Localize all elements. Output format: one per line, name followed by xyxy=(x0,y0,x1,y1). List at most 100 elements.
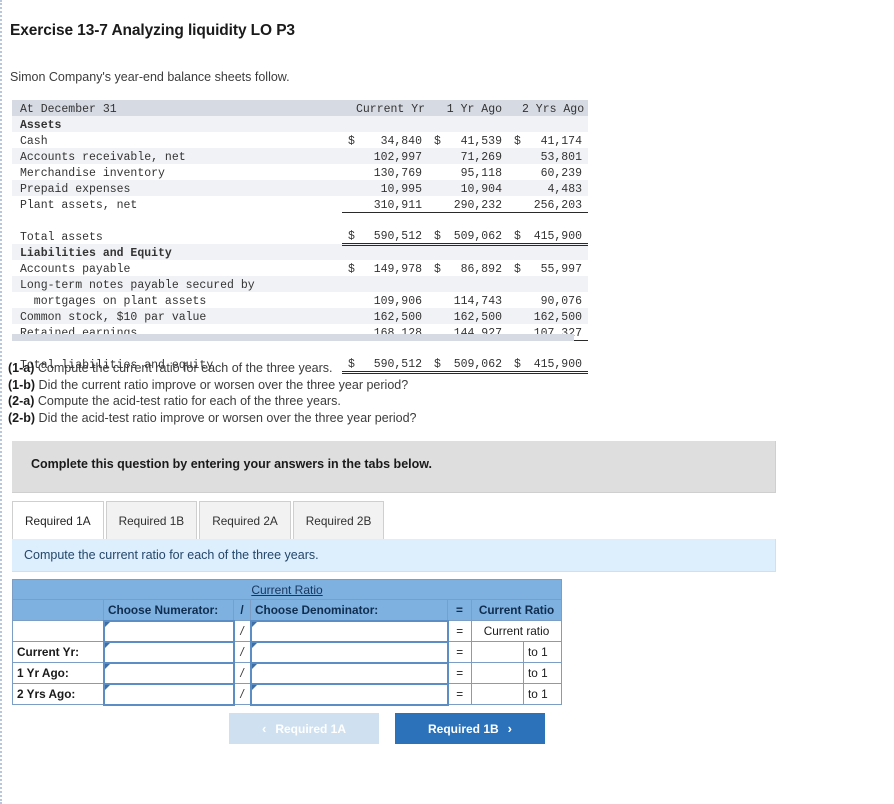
sub-instruction-text: Compute the current ratio for each of th… xyxy=(24,548,319,562)
section-header-assets: Assets xyxy=(12,116,588,132)
question-tag: (2-b) xyxy=(8,410,36,425)
row-slash: / xyxy=(233,683,251,705)
currency-symbol xyxy=(428,244,442,260)
balance-sheet-row: Accounts receivable, net 102,997 71,269 53,… xyxy=(12,148,588,164)
currency-symbol xyxy=(428,292,442,308)
header-col-current: Current Yr xyxy=(356,103,426,116)
balance-sheet-row: Accounts payable $149,978 $86,892 $55,997 xyxy=(12,260,588,276)
denominator-dropdown[interactable] xyxy=(249,619,449,643)
row-value: 130,769 xyxy=(373,167,422,180)
row-label: mortgages on plant assets xyxy=(20,295,207,308)
ratio-value-input[interactable] xyxy=(472,663,524,683)
row-value xyxy=(356,276,428,292)
numerator-dropdown[interactable] xyxy=(102,682,235,706)
currency-symbol xyxy=(508,276,522,292)
row-value: 256,203 xyxy=(522,196,588,213)
page-root: Exercise 13-7 Analyzing liquidity LO P3 … xyxy=(0,0,894,804)
row-label: Accounts payable xyxy=(20,263,131,276)
tab-required-1b[interactable]: Required 1B xyxy=(105,501,198,539)
spacer-row xyxy=(12,212,588,228)
header-col-2yr: 2 Yrs Ago xyxy=(522,103,585,116)
currency-symbol xyxy=(428,308,442,324)
balance-sheet-row: Common stock, $10 par value 162,500 162,50… xyxy=(12,308,588,324)
currency-symbol xyxy=(428,180,442,196)
header-col-1yr: 1 Yr Ago xyxy=(446,103,502,116)
question-item: (1-b) Did the current ratio improve or w… xyxy=(8,377,417,394)
row-value: 415,900 xyxy=(522,356,588,374)
row-value: 114,743 xyxy=(453,295,502,308)
row-label: Liabilities and Equity xyxy=(20,247,172,260)
currency-symbol: $ xyxy=(348,263,355,276)
balance-sheet-row: Long-term notes payable secured by xyxy=(12,276,588,292)
row-value: 90,076 xyxy=(540,295,582,308)
row-value: 102,997 xyxy=(373,151,422,164)
row-equals: = xyxy=(447,662,472,684)
row-value: 509,062 xyxy=(442,228,508,246)
currency-symbol: $ xyxy=(514,263,521,276)
dropdown-marker-icon xyxy=(104,621,110,627)
row-value: 60,239 xyxy=(540,167,582,180)
dropdown-marker-icon xyxy=(251,642,257,648)
balance-sheet-row: mortgages on plant assets 109,906 114,743 9… xyxy=(12,292,588,308)
dropdown-marker-icon xyxy=(251,684,257,690)
row-value: 109,906 xyxy=(373,295,422,308)
currency-symbol xyxy=(342,116,356,132)
denominator-dropdown[interactable] xyxy=(249,682,449,706)
row-value xyxy=(522,244,588,260)
ratio-value-input[interactable] xyxy=(472,642,524,662)
tab-label: Required 1A xyxy=(25,513,91,528)
currency-symbol: $ xyxy=(508,356,522,374)
balance-sheet-row: Prepaid expenses 10,995 10,904 4,483 xyxy=(12,180,588,196)
currency-symbol xyxy=(342,308,356,324)
tab-required-1a[interactable]: Required 1A xyxy=(12,501,104,539)
ratio-suffix: to 1 xyxy=(528,687,548,701)
currency-symbol xyxy=(342,148,356,164)
question-text: Did the acid-test ratio improve or worse… xyxy=(35,410,417,425)
row-label: Prepaid expenses xyxy=(20,183,131,196)
row-value xyxy=(442,276,508,292)
currency-symbol xyxy=(428,196,442,213)
result-cell: to 1 xyxy=(471,641,562,663)
tab-required-2b[interactable]: Required 2B xyxy=(292,501,385,539)
header-result: Current Ratio xyxy=(471,599,562,621)
question-tag: (2-a) xyxy=(8,394,35,409)
result-cell: to 1 xyxy=(471,683,562,705)
currency-symbol xyxy=(342,164,356,180)
numerator-dropdown[interactable] xyxy=(102,640,235,664)
row-label: Total assets xyxy=(20,231,103,244)
header-period-label: At December 31 xyxy=(20,103,117,116)
denominator-dropdown[interactable] xyxy=(249,661,449,685)
spacer-row xyxy=(12,340,588,356)
result-cell: to 1 xyxy=(471,662,562,684)
instruction-band: Complete this question by entering your … xyxy=(12,441,776,493)
row-value xyxy=(356,244,428,260)
ratio-suffix: to 1 xyxy=(528,645,548,659)
currency-symbol xyxy=(342,276,356,292)
ratio-value-input[interactable] xyxy=(472,684,524,704)
tab-label: Required 2A xyxy=(212,513,278,528)
header-equals: = xyxy=(447,599,472,621)
row-value: 509,062 xyxy=(442,356,508,374)
prev-required-button[interactable]: ‹ Required 1A xyxy=(229,713,379,744)
denominator-dropdown[interactable] xyxy=(249,640,449,664)
row-value: 10,995 xyxy=(380,183,422,196)
tab-required-2a[interactable]: Required 2A xyxy=(199,501,291,539)
answer-grid-header-row: Choose Numerator: / Choose Denominator: … xyxy=(12,599,562,621)
dropdown-marker-icon xyxy=(251,663,257,669)
tab-label: Required 1B xyxy=(118,513,185,528)
page-title: Exercise 13-7 Analyzing liquidity LO P3 xyxy=(10,22,295,39)
label-row-slash: / xyxy=(233,620,251,642)
next-required-button[interactable]: Required 1B › xyxy=(395,713,545,744)
numerator-dropdown[interactable] xyxy=(102,661,235,685)
row-value: 71,269 xyxy=(460,151,502,164)
currency-symbol: $ xyxy=(434,263,441,276)
label-row-equals: = xyxy=(447,620,472,642)
numerator-dropdown[interactable] xyxy=(102,619,235,643)
instruction-text: Complete this question by entering your … xyxy=(31,457,432,471)
question-list: (1-a) Compute the current ratio for each… xyxy=(8,360,417,426)
row-label: Merchandise inventory xyxy=(20,167,165,180)
row-equals: = xyxy=(447,641,472,663)
question-item: (1-a) Compute the current ratio for each… xyxy=(8,360,417,377)
currency-symbol xyxy=(428,116,442,132)
question-text: Compute the current ratio for each of th… xyxy=(34,361,333,375)
